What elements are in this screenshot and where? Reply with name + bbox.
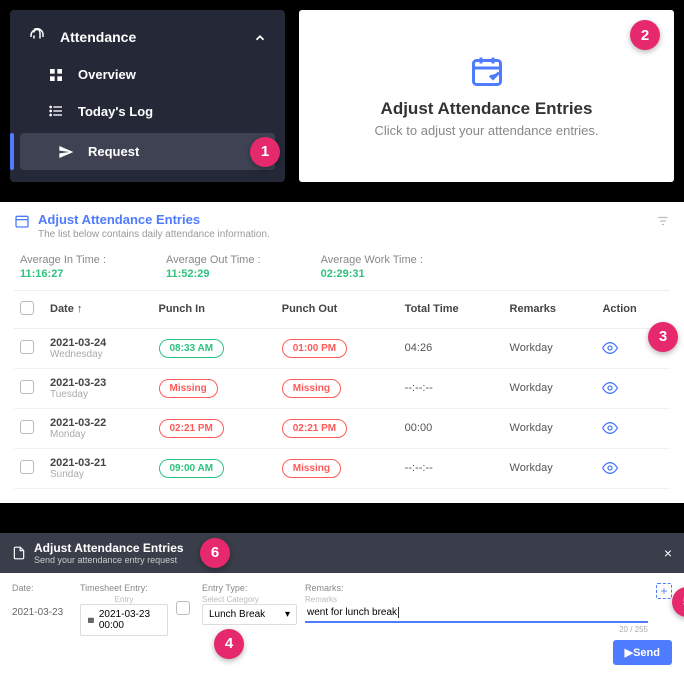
row-date: 2021-03-21 (50, 457, 147, 469)
document-icon (12, 544, 26, 562)
calendar-small-icon (87, 615, 95, 625)
sidebar-item-label: Request (88, 144, 139, 159)
entry-type-select[interactable]: Lunch Break ▾ (202, 604, 297, 625)
label-date: Date: (12, 583, 72, 593)
punch-in-pill: 08:33 AM (159, 339, 225, 358)
form-title: Adjust Attendance Entries (34, 541, 184, 555)
close-icon[interactable]: × (664, 545, 672, 561)
remarks-input[interactable]: went for lunch break (305, 604, 648, 623)
step-badge-4: 4 (214, 629, 244, 659)
col-punch-out: Punch Out (276, 290, 399, 328)
add-entry-button[interactable]: + (656, 583, 672, 599)
punch-in-pill: 09:00 AM (159, 459, 225, 478)
row-date: 2021-03-22 (50, 417, 147, 429)
view-icon[interactable] (602, 462, 618, 474)
card-subtitle: Click to adjust your attendance entries. (374, 123, 598, 138)
list-icon (48, 103, 64, 120)
send-button[interactable]: ▶Send (613, 640, 672, 665)
row-remarks: Workday (504, 448, 597, 488)
entry-checkbox[interactable] (176, 601, 190, 615)
punch-out-pill: 02:21 PM (282, 419, 347, 438)
row-checkbox[interactable] (20, 420, 34, 434)
chevron-up-icon (253, 29, 267, 45)
send-icon (58, 143, 74, 160)
calendar-edit-icon (469, 53, 505, 89)
view-icon[interactable] (602, 422, 618, 434)
row-day: Tuesday (50, 389, 147, 400)
stat-avg-out: Average Out Time : 11:52:29 (166, 254, 261, 280)
row-day: Sunday (50, 469, 147, 480)
row-day: Monday (50, 429, 147, 440)
card-title: Adjust Attendance Entries (381, 99, 593, 119)
punch-in-pill: 02:21 PM (159, 419, 224, 438)
filter-icon[interactable] (656, 212, 670, 230)
label-timesheet-entry: Timesheet Entry: (80, 583, 168, 593)
punch-out-pill: 01:00 PM (282, 339, 347, 358)
view-icon[interactable] (602, 382, 618, 394)
sidebar-section-attendance[interactable]: Attendance (10, 18, 285, 56)
table-row: 2021-03-23Tuesday Missing Missing --:--:… (14, 368, 670, 408)
row-total: 00:00 (399, 408, 504, 448)
table-row: 2021-03-22Monday 02:21 PM 02:21 PM 00:00… (14, 408, 670, 448)
row-total: 04:26 (399, 328, 504, 368)
row-date: 2021-03-23 (50, 377, 147, 389)
step-badge-1: 1 (250, 137, 280, 167)
sidebar-section-label: Attendance (60, 29, 136, 45)
col-remarks: Remarks (504, 290, 597, 328)
sidebar-item-todays-log[interactable]: Today's Log (10, 93, 285, 130)
row-total: --:--:-- (399, 368, 504, 408)
row-remarks: Workday (504, 368, 597, 408)
row-checkbox[interactable] (20, 340, 34, 354)
date-value: 2021-03-23 (12, 607, 72, 618)
step-badge-3: 3 (648, 322, 678, 352)
form-header: Adjust Attendance Entries Send your atte… (0, 533, 684, 573)
row-remarks: Workday (504, 408, 597, 448)
punch-out-pill: Missing (282, 379, 341, 398)
sidebar-item-label: Today's Log (78, 104, 153, 119)
fingerprint-icon (28, 28, 46, 46)
attendance-table-section: Adjust Attendance Entries The list below… (0, 192, 684, 503)
label-entry-type: Entry Type: (202, 583, 297, 593)
adjust-entries-card[interactable]: 2 Adjust Attendance Entries Click to adj… (299, 10, 674, 182)
step-badge-2: 2 (630, 20, 660, 50)
view-icon[interactable] (602, 342, 618, 354)
section-subtitle: The list below contains daily attendance… (38, 229, 270, 240)
calendar-icon (14, 212, 30, 230)
timesheet-entry-input[interactable]: 2021-03-23 00:00 (80, 604, 168, 636)
row-total: --:--:-- (399, 448, 504, 488)
stat-avg-in: Average In Time : 11:16:27 (20, 254, 106, 280)
sidebar: Attendance Overview Today's Log Request … (10, 10, 285, 182)
table-row: 2021-03-24Wednesday 08:33 AM 01:00 PM 04… (14, 328, 670, 368)
step-badge-6: 6 (200, 538, 230, 568)
stat-avg-work: Average Work Time : 02:29:31 (321, 254, 423, 280)
col-punch-in: Punch In (153, 290, 276, 328)
row-checkbox[interactable] (20, 460, 34, 474)
row-remarks: Workday (504, 328, 597, 368)
attendance-table: Date Punch In Punch Out Total Time Remar… (14, 290, 670, 489)
sidebar-item-overview[interactable]: Overview (10, 56, 285, 93)
punch-out-pill: Missing (282, 459, 341, 478)
dashboard-icon (48, 66, 64, 83)
row-day: Wednesday (50, 349, 147, 360)
col-total: Total Time (399, 290, 504, 328)
adjust-entries-form: Adjust Attendance Entries Send your atte… (0, 503, 684, 675)
punch-in-pill: Missing (159, 379, 218, 398)
row-date: 2021-03-24 (50, 337, 147, 349)
checkbox-all[interactable] (20, 301, 34, 315)
table-row: 2021-03-21Sunday 09:00 AM Missing --:--:… (14, 448, 670, 488)
form-subtitle: Send your attendance entry request (34, 555, 184, 565)
label-remarks: Remarks: (305, 583, 648, 593)
col-date[interactable]: Date (44, 290, 153, 328)
dropdown-icon: ▾ (285, 609, 290, 620)
sidebar-item-request[interactable]: Request 1 (20, 133, 275, 170)
section-title: Adjust Attendance Entries (38, 212, 270, 227)
row-checkbox[interactable] (20, 380, 34, 394)
sidebar-item-label: Overview (78, 67, 136, 82)
char-counter: 20 / 255 (305, 625, 648, 634)
